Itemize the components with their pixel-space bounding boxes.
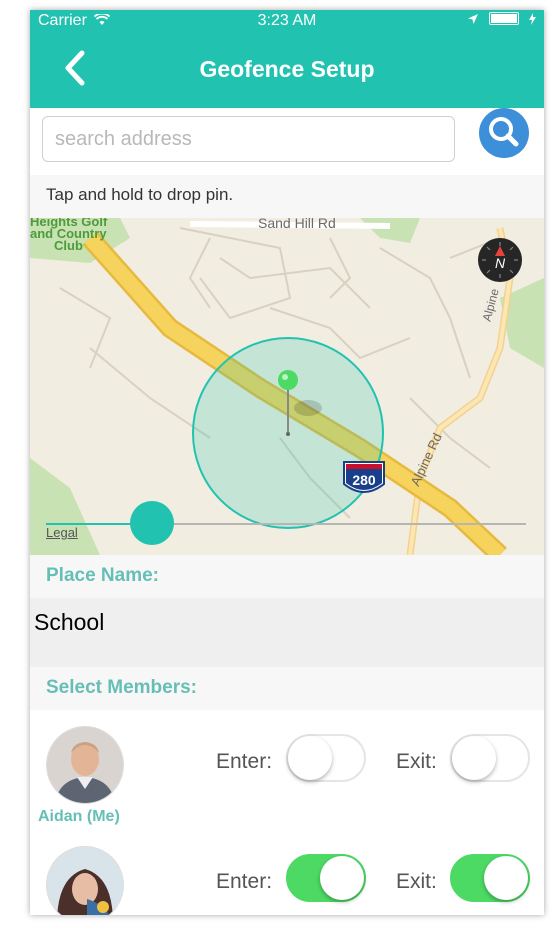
member-photo [47,727,123,803]
place-name-value: School [34,609,105,635]
map-hint: Tap and hold to drop pin. [30,175,544,218]
charging-icon [529,12,536,25]
radius-slider-thumb[interactable] [129,501,174,545]
status-bar: Carrier 3:23 AM [30,10,544,32]
toggle-knob [452,736,496,780]
golf-label-line: Club [54,238,83,253]
member-row: Aidan (Me) Enter: Exit: [30,710,544,831]
magnifier-icon [489,117,519,147]
member-row: Enter: Exit: [30,830,544,915]
compass-button[interactable]: N [478,238,522,282]
interstate-280-label: 280 [352,472,376,488]
legal-link[interactable]: Legal [46,525,78,540]
avatar [46,846,124,915]
exit-label: Exit: [396,870,437,893]
compass-north-label: N [494,255,506,271]
enter-toggle[interactable] [286,734,366,782]
toggle-knob [288,736,332,780]
search-bar [30,108,544,175]
enter-toggle[interactable] [286,854,366,902]
location-arrow-icon [468,13,478,24]
status-right [467,12,536,25]
search-address-input[interactable] [42,116,455,162]
place-name-label: Place Name: [46,565,160,586]
place-name-field[interactable]: School [30,598,544,667]
enter-label: Enter: [216,870,273,893]
sand-hill-rd-label: Sand Hill Rd [258,218,336,231]
map-roads [30,218,544,555]
toggle-knob [484,856,528,900]
search-button[interactable] [479,108,529,158]
app-screen: Carrier 3:23 AM Geofence Setup search ad… [30,10,544,915]
hint-text: Tap and hold to drop pin. [46,185,234,204]
map-view[interactable]: Sand Hill Rd Heights Golf and Country Cl… [30,218,544,555]
nav-bar: Geofence Setup [30,32,544,108]
enter-label: Enter: [216,750,273,773]
member-name: Aidan (Me) [38,808,120,825]
exit-toggle[interactable] [450,854,530,902]
place-name-header: Place Name: [30,555,544,598]
select-members-header: Select Members: [30,667,544,710]
member-photo [47,847,123,915]
radius-slider-track[interactable] [46,523,526,525]
select-members-label: Select Members: [46,677,198,698]
toggle-knob [320,856,364,900]
golf-club-label: Heights Golf and Country Club [30,218,107,252]
page-title: Geofence Setup [199,56,375,82]
avatar [46,726,124,804]
exit-label: Exit: [396,750,437,773]
battery-icon [489,12,519,25]
exit-toggle[interactable] [450,734,530,782]
